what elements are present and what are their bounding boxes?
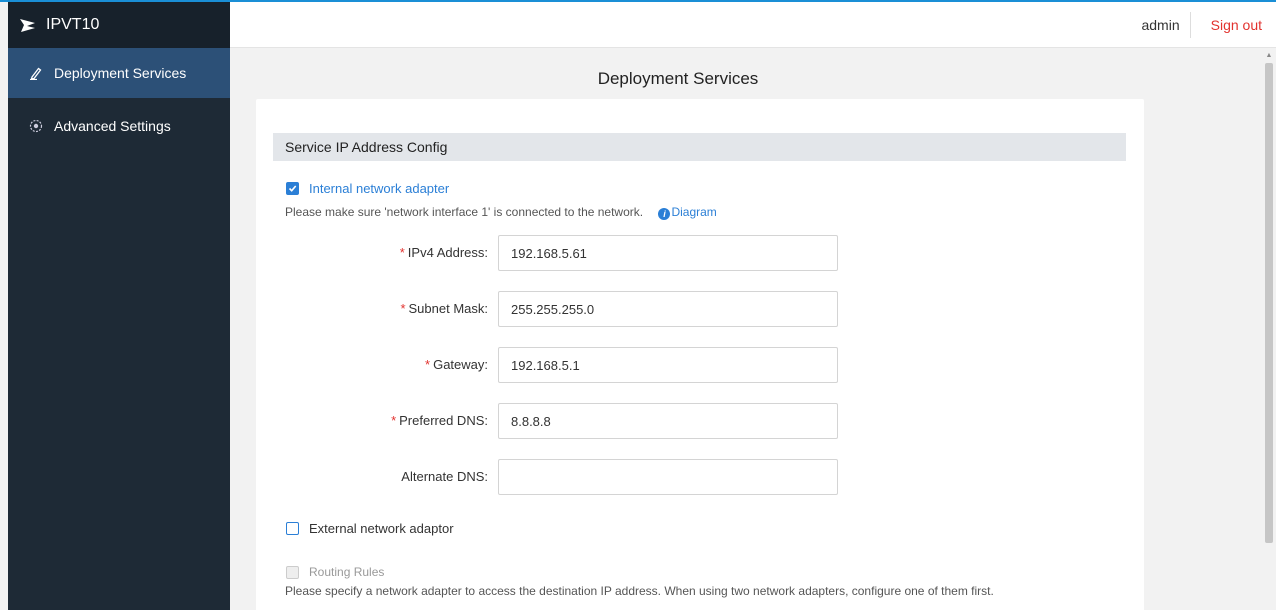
required-marker: * — [400, 301, 406, 316]
sidebar-item-label: Advanced Settings — [54, 118, 171, 134]
scroll-up-icon[interactable]: ▲ — [1262, 49, 1276, 61]
preferred-dns-input[interactable] — [498, 403, 838, 439]
checkbox-unchecked-icon — [286, 522, 299, 535]
checkbox-checked-icon — [286, 182, 299, 195]
required-marker: * — [391, 413, 397, 428]
network-interface-note: Please make sure 'network interface 1' i… — [285, 205, 644, 219]
gateway-label: * Gateway: — [425, 357, 488, 372]
required-marker: * — [425, 357, 431, 372]
sidebar-item-advanced-settings[interactable]: Advanced Settings — [8, 98, 230, 150]
internal-adapter-checkbox[interactable]: Internal network adapter — [286, 181, 449, 196]
subnet-row: * Subnet Mask: — [256, 291, 1144, 327]
gateway-label-text: Gateway: — [433, 357, 488, 372]
gateway-row: * Gateway: — [256, 347, 1144, 383]
alternate-dns-row: Alternate DNS: — [256, 459, 1144, 495]
page-title: Deployment Services — [597, 69, 759, 88]
subnet-label: * Subnet Mask: — [400, 301, 488, 316]
preferred-dns-label: * Preferred DNS: — [391, 413, 488, 428]
gear-icon — [28, 118, 44, 134]
vertical-scrollbar[interactable]: ▲ — [1262, 49, 1276, 610]
current-user: admin — [1141, 16, 1180, 33]
sidebar-item-deployment-services[interactable]: Deployment Services — [8, 48, 230, 98]
pencil-icon — [28, 65, 44, 81]
ipv4-label: * IPv4 Address: — [400, 245, 488, 260]
subnet-mask-input[interactable] — [498, 291, 838, 327]
checkbox-disabled-icon — [286, 565, 299, 579]
app-logo-icon — [18, 15, 38, 35]
app-window: IPVT10 Deployment Services Advanced Sett… — [0, 0, 1276, 610]
external-adapter-label: External network adaptor — [309, 521, 454, 536]
config-card: Service IP Address Config Internal netwo… — [256, 99, 1144, 610]
required-marker: * — [399, 245, 405, 260]
diagram-link-label: Diagram — [671, 205, 717, 219]
section-header: Service IP Address Config — [273, 133, 1126, 161]
top-header: admin Sign out — [230, 2, 1276, 48]
ipv4-row: * IPv4 Address: — [256, 235, 1144, 271]
diagram-link[interactable]: i Diagram — [658, 205, 717, 220]
header-divider — [1189, 11, 1191, 38]
sign-out-link[interactable]: Sign out — [1211, 17, 1276, 33]
external-adapter-checkbox[interactable]: External network adaptor — [286, 521, 454, 536]
alternate-dns-label: Alternate DNS: — [401, 469, 488, 484]
internal-adapter-note: Please make sure 'network interface 1' i… — [285, 205, 717, 220]
routing-rules-label: Routing Rules — [309, 565, 385, 579]
ipv4-label-text: IPv4 Address: — [407, 245, 488, 260]
internal-adapter-label: Internal network adapter — [309, 181, 450, 196]
ipv4-address-input[interactable] — [498, 235, 838, 271]
info-icon: i — [658, 208, 671, 220]
gateway-input[interactable] — [498, 347, 838, 383]
sidebar: IPVT10 Deployment Services Advanced Sett… — [8, 2, 230, 610]
preferred-dns-label-text: Preferred DNS: — [399, 413, 488, 428]
routing-rules-checkbox[interactable]: Routing Rules — [286, 565, 384, 579]
app-title: IPVT10 — [46, 16, 100, 33]
routing-rules-note: Please specify a network adapter to acce… — [285, 584, 994, 598]
alternate-dns-input[interactable] — [498, 459, 838, 495]
main-content: Deployment Services Service IP Address C… — [230, 49, 1262, 610]
preferred-dns-row: * Preferred DNS: — [256, 403, 1144, 439]
brand-header: IPVT10 — [8, 2, 230, 48]
subnet-label-text: Subnet Mask: — [408, 301, 489, 316]
sidebar-item-label: Deployment Services — [54, 65, 187, 81]
scroll-thumb[interactable] — [1265, 63, 1273, 543]
